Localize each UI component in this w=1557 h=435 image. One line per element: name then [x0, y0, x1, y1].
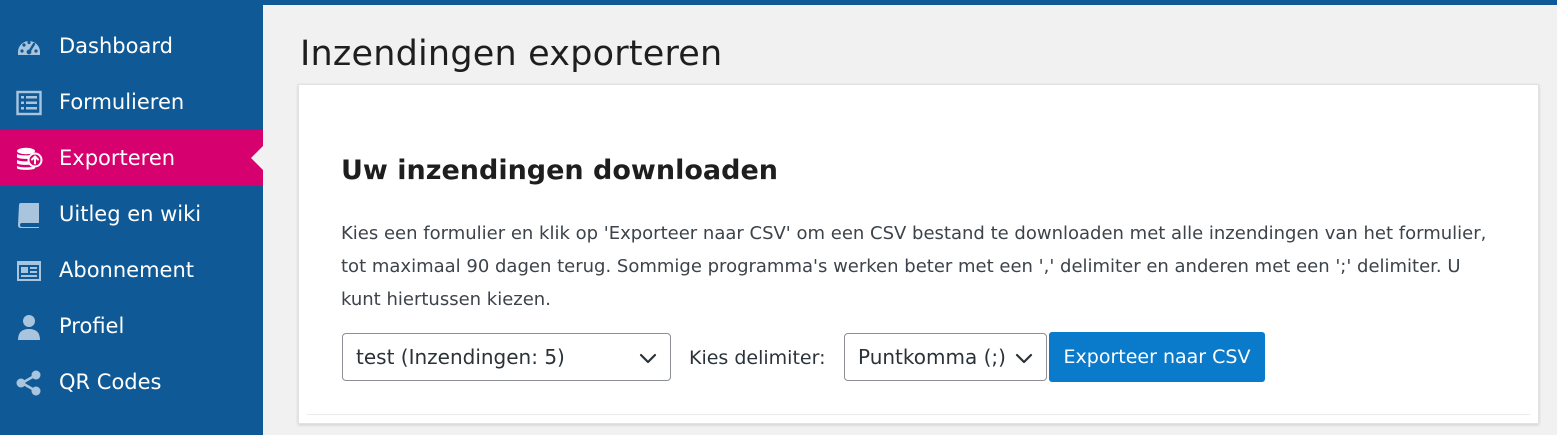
sidebar-item-uitleg-en-wiki[interactable]: Uitleg en wiki — [0, 186, 263, 242]
card-description: Kies een formulier en klik op 'Exporteer… — [341, 223, 1487, 310]
export-card: Uw inzendingen downloaden Kies een formu… — [298, 84, 1539, 424]
book-icon — [14, 200, 44, 230]
dashboard-icon — [14, 32, 44, 62]
database-export-icon — [14, 144, 44, 174]
chevron-down-icon — [1015, 353, 1033, 364]
sidebar-item-label: Uitleg en wiki — [59, 201, 202, 226]
sidebar-item-label: Profiel — [59, 313, 125, 338]
share-icon — [14, 368, 44, 398]
subscription-card-icon — [14, 256, 44, 286]
sidebar-item-dashboard[interactable]: Dashboard — [0, 18, 263, 74]
form-select[interactable]: test (Inzendingen: 5) — [342, 333, 671, 381]
delimiter-select[interactable]: Puntkomma (;) — [844, 333, 1047, 381]
card-divider — [307, 414, 1530, 415]
sidebar-item-label: Abonnement — [59, 257, 195, 282]
delimiter-label: Kies delimiter: — [689, 347, 826, 369]
page-title: Inzendingen exporteren — [300, 34, 723, 74]
sidebar-item-formulieren[interactable]: Formulieren — [0, 74, 263, 130]
sidebar-item-qr-codes[interactable]: QR Codes — [0, 354, 263, 410]
form-select-value: test (Inzendingen: 5) — [356, 345, 565, 369]
sidebar-item-label: Exporteren — [59, 145, 176, 170]
export-csv-button[interactable]: Exporteer naar CSV — [1049, 332, 1265, 382]
chevron-down-icon — [639, 353, 657, 364]
sidebar-item-label: QR Codes — [59, 369, 162, 394]
user-icon — [14, 312, 44, 342]
sidebar-item-label: Formulieren — [59, 89, 185, 114]
sidebar-item-label: Dashboard — [59, 33, 173, 58]
sidebar-item-abonnement[interactable]: Abonnement — [0, 242, 263, 298]
card-heading: Uw inzendingen downloaden — [341, 155, 778, 186]
sidebar-item-profiel[interactable]: Profiel — [0, 298, 263, 354]
sidebar-item-exporteren[interactable]: Exporteren — [0, 130, 263, 186]
delimiter-select-value: Puntkomma (;) — [858, 345, 1006, 369]
list-icon — [14, 88, 44, 118]
sidebar: Dashboard Formulieren Exporteren Uitleg … — [0, 0, 263, 435]
